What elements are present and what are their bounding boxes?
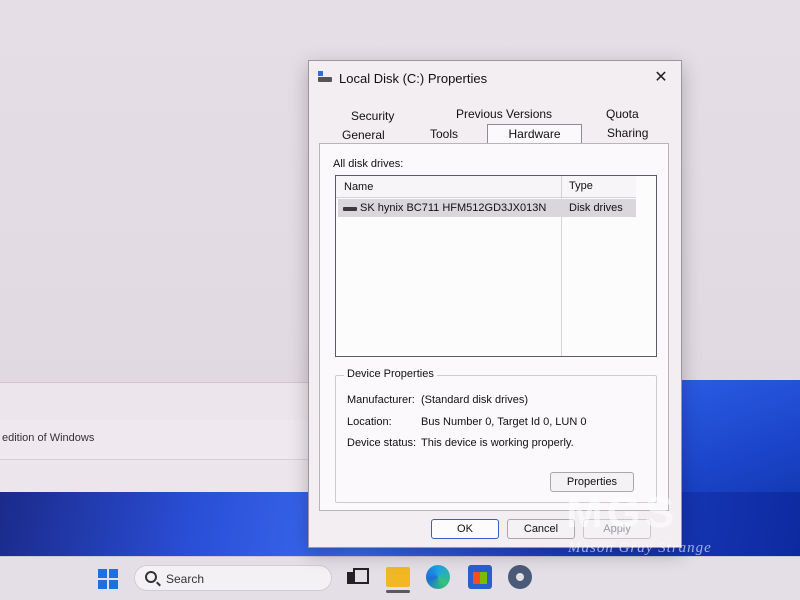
ok-button[interactable]: OK	[431, 519, 499, 539]
list-item[interactable]: SK hynix BC711 HFM512GD3JX013N Disk driv…	[338, 199, 636, 217]
file-explorer-icon[interactable]	[386, 567, 410, 593]
tab-sharing[interactable]: Sharing	[607, 126, 648, 140]
drive-icon	[318, 71, 332, 83]
cancel-button[interactable]: Cancel	[507, 519, 575, 539]
taskbar-search-box[interactable]: Search	[134, 565, 332, 591]
watermark-logo: MGS	[566, 488, 679, 537]
title-bar[interactable]: Local Disk (C:) Properties ✕	[309, 61, 681, 97]
list-header: Name Type	[336, 176, 636, 198]
watermark-text: Mason Gray Strange	[568, 540, 712, 556]
tab-tools[interactable]: Tools	[430, 127, 458, 141]
location-value: Bus Number 0, Target Id 0, LUN 0	[421, 416, 587, 428]
search-icon	[145, 571, 157, 583]
manufacturer-value: (Standard disk drives)	[421, 394, 528, 406]
manufacturer-label: Manufacturer:	[347, 394, 415, 406]
device-properties-group: Device Properties Manufacturer: (Standar…	[335, 368, 657, 503]
search-label: Search	[166, 572, 205, 586]
settings-gear-icon[interactable]	[508, 565, 532, 589]
device-status-value: This device is working properly.	[421, 437, 574, 449]
dialog-title: Local Disk (C:) Properties	[339, 71, 488, 86]
hardware-tab-panel: All disk drives: Name Type SK hynix BC71…	[319, 143, 669, 511]
device-status-label: Device status:	[347, 437, 417, 449]
tab-general[interactable]: General	[342, 128, 385, 142]
tab-hardware[interactable]: Hardware	[487, 124, 582, 144]
edge-browser-icon[interactable]	[426, 565, 450, 589]
location-label: Location:	[347, 416, 392, 428]
properties-dialog: Local Disk (C:) Properties ✕ Security Pr…	[308, 60, 682, 548]
disk-drive-icon	[343, 207, 357, 211]
tab-security[interactable]: Security	[351, 109, 394, 123]
task-view-icon[interactable]	[344, 565, 369, 589]
device-properties-title: Device Properties	[344, 368, 437, 380]
column-header-type[interactable]: Type	[569, 180, 593, 192]
microsoft-store-icon[interactable]	[468, 565, 492, 589]
all-disk-drives-label: All disk drives:	[333, 158, 404, 170]
disk-drives-list[interactable]: Name Type SK hynix BC711 HFM512GD3JX013N…	[335, 175, 657, 357]
edition-text: edition of Windows	[2, 432, 95, 444]
tab-previous-versions[interactable]: Previous Versions	[456, 107, 552, 121]
close-button[interactable]: ✕	[649, 67, 673, 89]
start-button-icon[interactable]	[98, 569, 118, 589]
tab-quota[interactable]: Quota	[606, 107, 639, 121]
column-header-name[interactable]: Name	[344, 181, 373, 193]
list-item-name: SK hynix BC711 HFM512GD3JX013N	[360, 202, 547, 214]
list-item-type: Disk drives	[569, 202, 623, 214]
